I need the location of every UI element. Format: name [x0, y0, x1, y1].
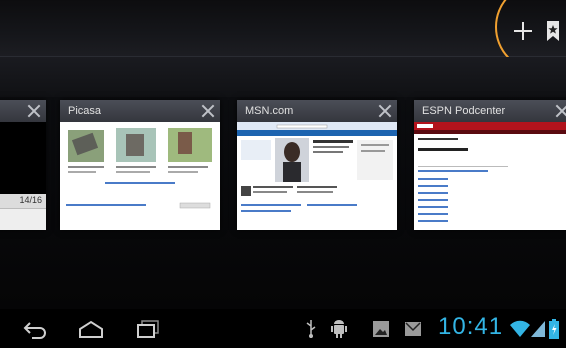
tab-header: ESPN Podcenter	[414, 100, 566, 122]
page-footer: 14/16	[0, 194, 46, 230]
android-debug-icon	[331, 320, 347, 338]
close-icon[interactable]	[201, 104, 215, 118]
bookmark-icon[interactable]	[545, 20, 561, 42]
browser-toolbar	[0, 0, 566, 72]
system-navigation-bar: 10:41	[0, 309, 566, 348]
wifi-icon	[510, 320, 530, 337]
pager-strip: 14/16	[0, 194, 46, 209]
usb-icon	[306, 320, 316, 338]
recent-apps-icon[interactable]	[135, 319, 161, 339]
new-tab-plus-icon[interactable]	[510, 18, 536, 44]
tab-header: MSN.com	[237, 100, 397, 122]
espn-page-preview	[414, 122, 566, 222]
toolbar-shadow-strip	[0, 57, 566, 97]
signal-icon	[531, 321, 545, 337]
mail-icon	[405, 322, 421, 336]
tab-card-msn[interactable]: MSN.com	[237, 100, 397, 230]
close-icon[interactable]	[555, 104, 566, 118]
close-icon[interactable]	[378, 104, 392, 118]
tab-title: MSN.com	[245, 105, 294, 117]
tab-card-espn[interactable]: ESPN Podcenter	[414, 100, 566, 230]
tab-thumbnail	[414, 122, 566, 230]
home-icon[interactable]	[78, 319, 104, 339]
tab-header: Picasa	[60, 100, 220, 122]
tab-thumbnail	[60, 122, 220, 230]
back-icon[interactable]	[22, 319, 48, 339]
battery-icon	[549, 319, 559, 339]
tab-card-partial[interactable]: 14/16	[0, 100, 46, 230]
tab-card-picasa[interactable]: Picasa	[60, 100, 220, 230]
tab-thumbnail: 14/16	[0, 122, 46, 230]
tab-title: ESPN Podcenter	[422, 105, 506, 117]
msn-page-preview	[237, 122, 397, 212]
picasa-page-preview	[66, 128, 212, 209]
page-number: 14/16	[19, 195, 42, 205]
close-icon[interactable]	[27, 104, 41, 118]
status-clock: 10:41	[438, 313, 504, 340]
tab-thumbnail	[237, 122, 397, 230]
tab-header	[0, 100, 46, 122]
tab-title: Picasa	[68, 105, 102, 117]
image-icon	[373, 321, 389, 337]
